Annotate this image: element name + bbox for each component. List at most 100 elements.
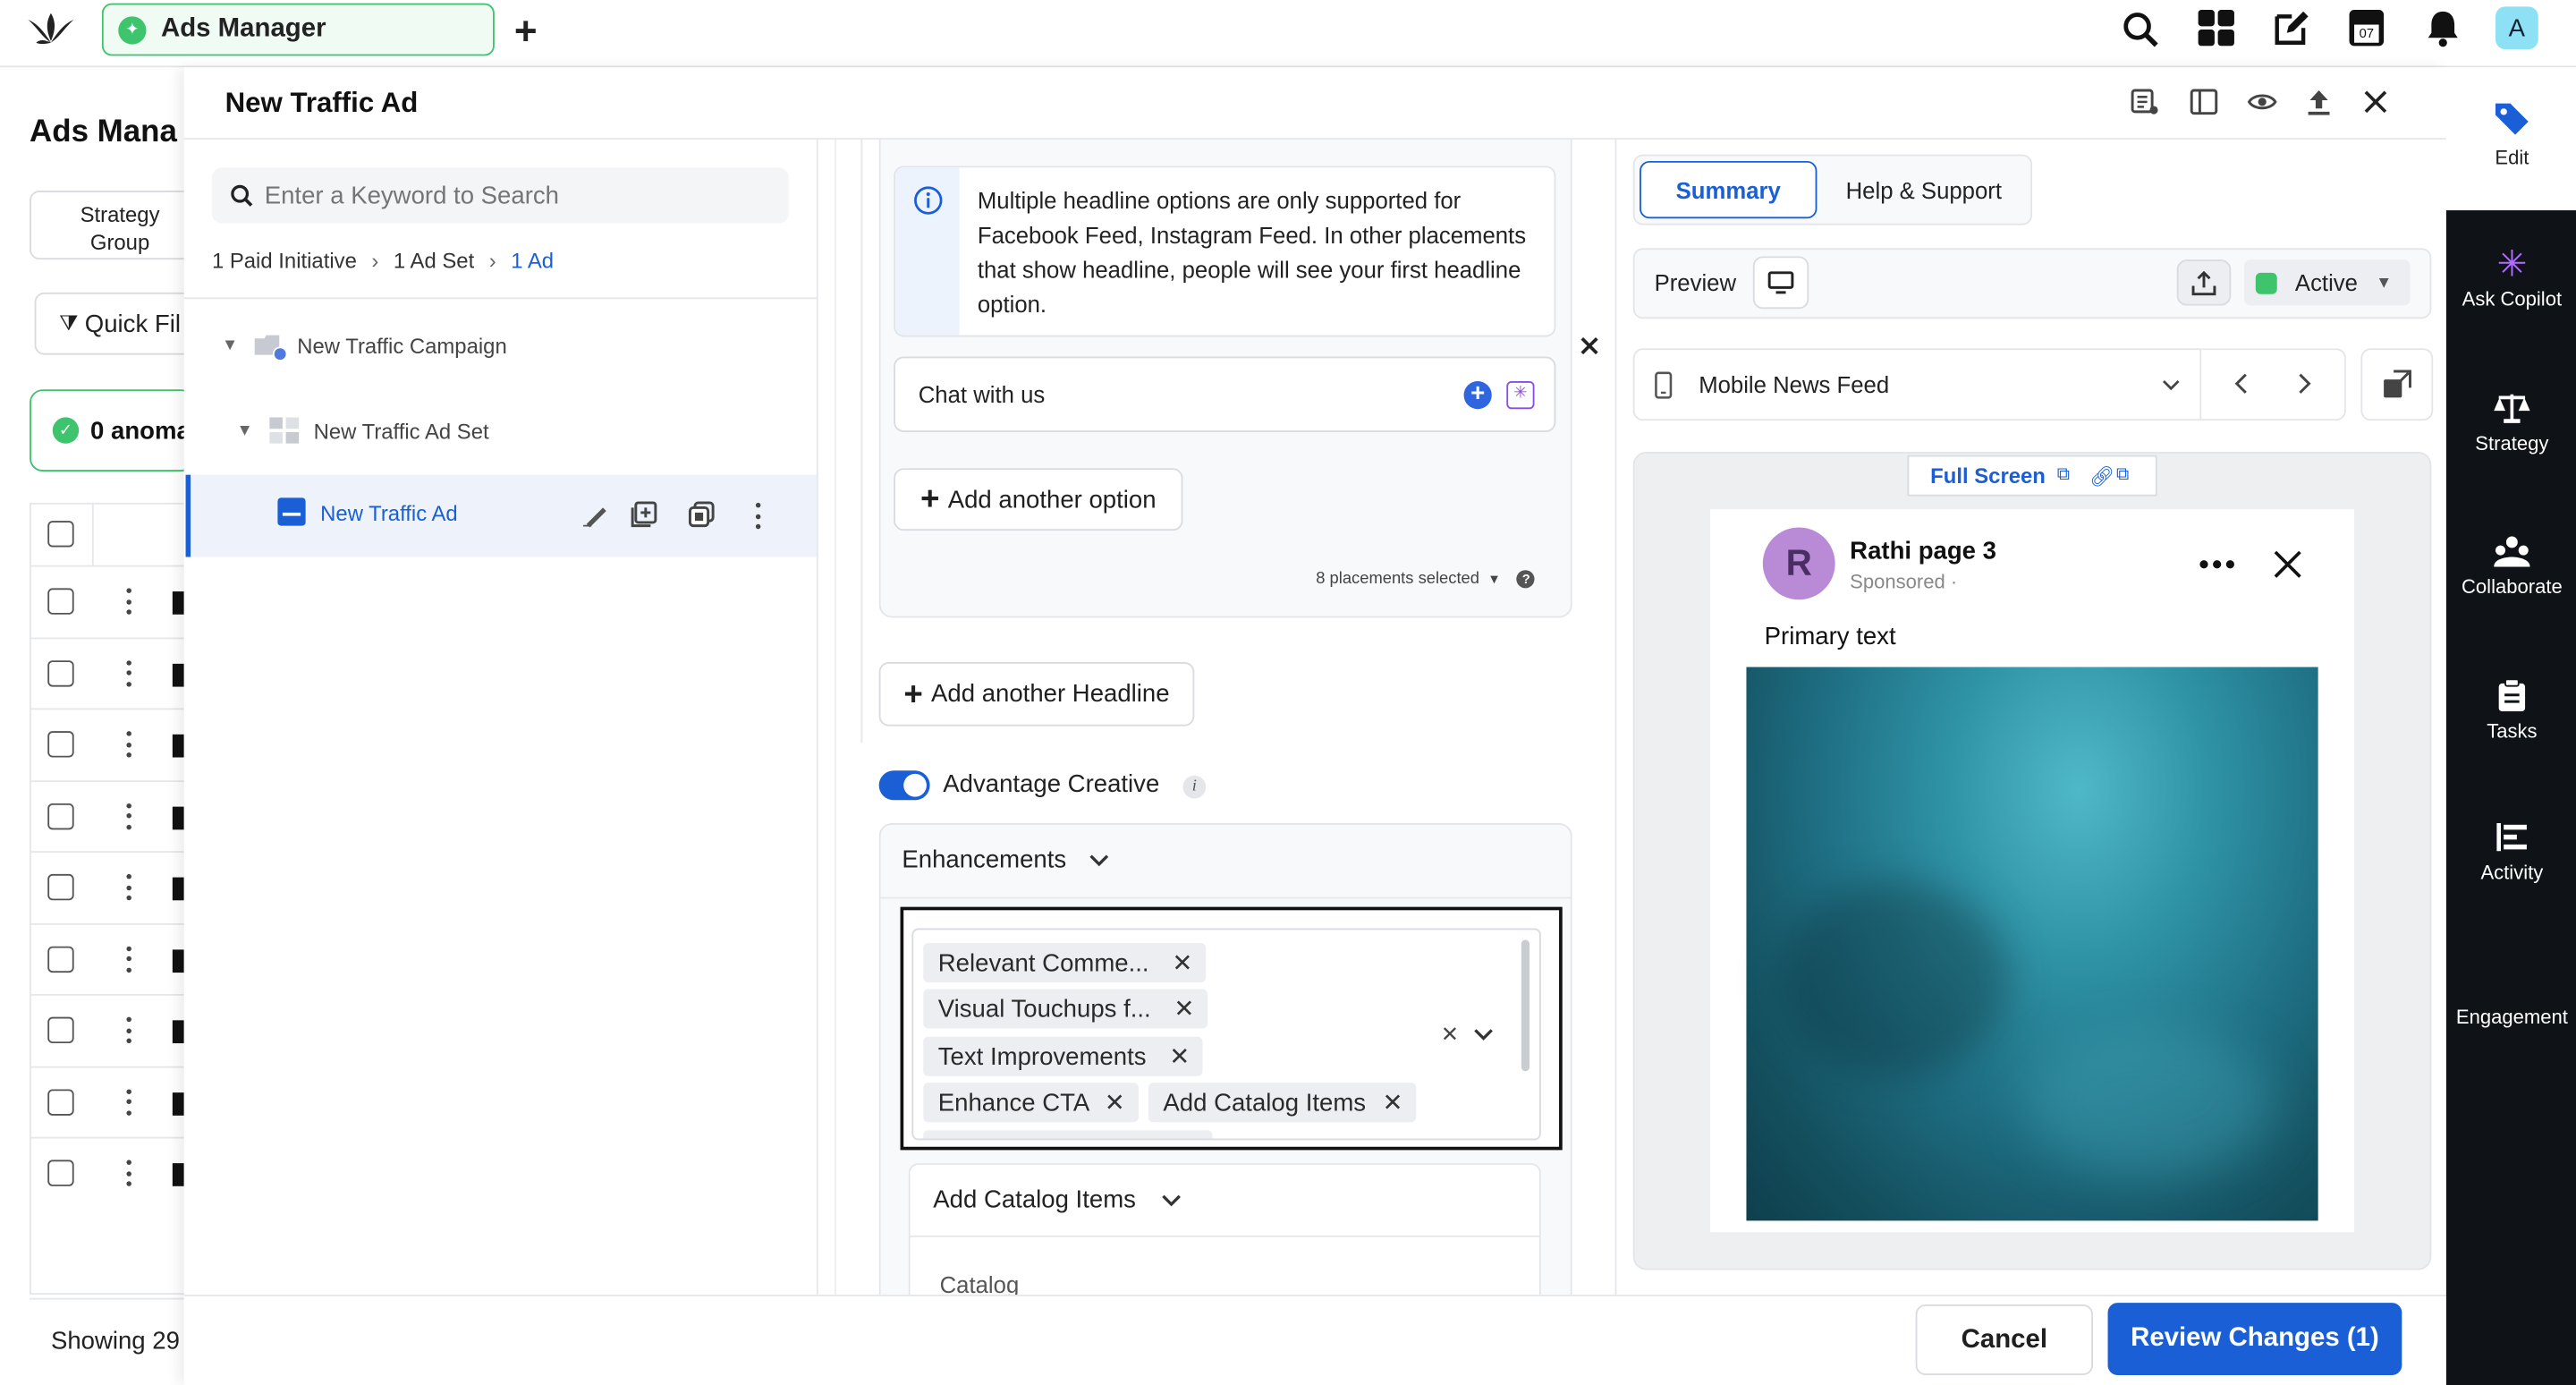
edit-label: Edit: [2495, 146, 2529, 170]
enhancements-header[interactable]: Enhancements: [902, 846, 1109, 874]
remove-chip-icon[interactable]: ✕: [1169, 1041, 1190, 1071]
row-checkbox[interactable]: [47, 803, 74, 829]
row-checkbox[interactable]: [47, 1160, 74, 1186]
multiselect-scrollbar[interactable]: [1521, 939, 1530, 1072]
tab-summary[interactable]: Summary: [1640, 160, 1818, 219]
table-row-divider: [30, 779, 184, 782]
add-another-headline-button[interactable]: + Add another Headline: [878, 662, 1195, 726]
row-more-icon[interactable]: [126, 1016, 132, 1044]
apps-grid-icon[interactable]: [2198, 10, 2234, 47]
post-more-icon[interactable]: [2199, 560, 2234, 569]
row-more-icon[interactable]: [126, 588, 132, 615]
share-preview-button[interactable]: [2176, 259, 2232, 306]
clear-all-icon[interactable]: ✕: [1441, 1022, 1459, 1048]
review-changes-button[interactable]: Review Changes (1): [2107, 1303, 2402, 1375]
breadcrumb-ad[interactable]: 1 Ad: [511, 248, 554, 273]
quick-filter-button[interactable]: ⧩ Quick Fil: [34, 292, 192, 355]
eye-icon[interactable]: [2247, 92, 2277, 112]
chip-text-improvements[interactable]: Text Improvements ✕: [923, 1036, 1204, 1076]
remove-chip-icon[interactable]: ✕: [1382, 1088, 1402, 1117]
ai-copilot-icon[interactable]: ✳: [1506, 381, 1535, 410]
anomaly-badge[interactable]: ✓ 0 anoma: [30, 389, 194, 472]
sidebar-item-tasks[interactable]: Tasks: [2448, 678, 2576, 743]
row-checkbox[interactable]: [47, 1016, 74, 1044]
chip-add-catalog-items[interactable]: Add Catalog Items ✕: [1148, 1083, 1417, 1123]
chip-visual-touchups[interactable]: Visual Touchups f... ✕: [923, 989, 1208, 1029]
tree-ad-more-icon[interactable]: [755, 502, 762, 530]
row-checkbox[interactable]: [47, 945, 74, 973]
sidebar-item-activity[interactable]: Activity: [2448, 821, 2576, 884]
compose-icon[interactable]: [2272, 10, 2309, 47]
chip-enhance-cta[interactable]: Enhance CTA ✕: [923, 1083, 1139, 1123]
status-label: Active: [2294, 269, 2358, 296]
cancel-button[interactable]: Cancel: [1915, 1304, 2094, 1375]
row-checkbox[interactable]: [47, 873, 74, 901]
table-footer-line: [30, 1297, 184, 1300]
list-view-icon[interactable]: [2131, 89, 2158, 115]
post-close-icon[interactable]: [2274, 550, 2301, 578]
edit-pencil-icon[interactable]: [583, 505, 609, 528]
desktop-preview-button[interactable]: [1752, 256, 1809, 310]
add-catalog-items-header[interactable]: Add Catalog Items: [933, 1186, 1182, 1214]
split-view-icon[interactable]: [2190, 89, 2218, 115]
publish-upload-icon[interactable]: [2307, 89, 2332, 116]
advantage-creative-toggle[interactable]: [878, 770, 930, 801]
next-placement-icon[interactable]: [2299, 373, 2312, 395]
ads-manager-tab[interactable]: ✦ Ads Manager: [101, 3, 495, 56]
select-all-checkbox[interactable]: [47, 521, 74, 548]
row-more-icon[interactable]: [126, 659, 132, 686]
enhancements-multiselect[interactable]: Relevant Comme... ✕ Visual Touchups f... ✕…: [911, 928, 1541, 1141]
app-logo[interactable]: [26, 10, 75, 49]
breadcrumb-initiative[interactable]: 1 Paid Initiative: [212, 248, 357, 273]
row-more-icon[interactable]: [126, 1088, 132, 1115]
tab-help-support[interactable]: Help & Support: [1824, 161, 2024, 218]
calendar-icon[interactable]: 07: [2349, 10, 2385, 47]
edit-tag-button[interactable]: Edit: [2448, 102, 2576, 169]
full-screen-button[interactable]: Full Screen ⧉ 🔗︎ ⧉: [1907, 455, 2157, 497]
notification-bell-icon[interactable]: [2427, 10, 2460, 47]
strategy-group-button[interactable]: Strategy Group: [30, 191, 194, 260]
remove-chip-icon[interactable]: ✕: [1172, 948, 1192, 977]
sidebar-item-ask-copilot[interactable]: ✳ Ask Copilot: [2448, 246, 2576, 311]
status-dropdown[interactable]: Active ▼: [2243, 259, 2411, 306]
row-more-icon[interactable]: [126, 803, 132, 829]
previous-placement-icon[interactable]: [2234, 373, 2248, 395]
remove-chip-icon[interactable]: ✕: [1174, 994, 1194, 1024]
user-avatar[interactable]: A: [2496, 6, 2538, 50]
add-another-option-button[interactable]: + Add another option: [894, 468, 1183, 531]
sidebar-item-engagement[interactable]: Engagement: [2448, 1006, 2576, 1029]
sidebar-item-collaborate[interactable]: Collaborate: [2448, 536, 2576, 598]
ad-creative-image: [1746, 667, 2318, 1221]
placements-selector[interactable]: 8 placements selected ▼ ?: [1316, 570, 1536, 589]
row-checkbox[interactable]: [47, 1088, 74, 1115]
table-row-divider: [30, 1065, 184, 1067]
expand-preview-button[interactable]: [2360, 348, 2434, 421]
tree-search-box[interactable]: [211, 167, 789, 224]
tree-item-campaign[interactable]: ▼ New Traffic Campaign: [214, 322, 805, 368]
close-drawer-icon[interactable]: [2362, 89, 2388, 115]
chip-relevant-comments[interactable]: Relevant Comme... ✕: [923, 943, 1207, 983]
dropdown-chevron-icon[interactable]: [1474, 1029, 1494, 1042]
row-checkbox[interactable]: [47, 588, 74, 615]
headline-input[interactable]: Chat with us + ✳: [894, 356, 1556, 432]
duplicate-icon[interactable]: [688, 501, 715, 528]
row-checkbox[interactable]: [47, 659, 74, 686]
row-more-icon[interactable]: [126, 731, 132, 758]
search-icon[interactable]: [2123, 12, 2158, 47]
info-icon: [914, 186, 943, 215]
tree-search-input[interactable]: [264, 181, 758, 210]
row-more-icon[interactable]: [126, 945, 132, 973]
advantage-info-icon[interactable]: i: [1182, 775, 1207, 799]
placement-dropdown[interactable]: Mobile News Feed: [1632, 348, 2202, 421]
sidebar-item-strategy[interactable]: Strategy: [2448, 393, 2576, 455]
tree-item-adset[interactable]: ▼ New Traffic Ad Set: [228, 407, 803, 453]
row-checkbox[interactable]: [47, 731, 74, 758]
add-emoji-plus-icon[interactable]: +: [1463, 380, 1492, 410]
breadcrumb-adset[interactable]: 1 Ad Set: [394, 248, 474, 273]
row-more-icon[interactable]: [126, 1160, 132, 1186]
row-more-icon[interactable]: [126, 873, 132, 901]
new-tab-plus-icon[interactable]: +: [514, 10, 538, 55]
add-copy-icon[interactable]: [631, 501, 657, 528]
remove-headline-close-icon[interactable]: [1580, 336, 1598, 355]
remove-chip-icon[interactable]: ✕: [1105, 1088, 1125, 1117]
